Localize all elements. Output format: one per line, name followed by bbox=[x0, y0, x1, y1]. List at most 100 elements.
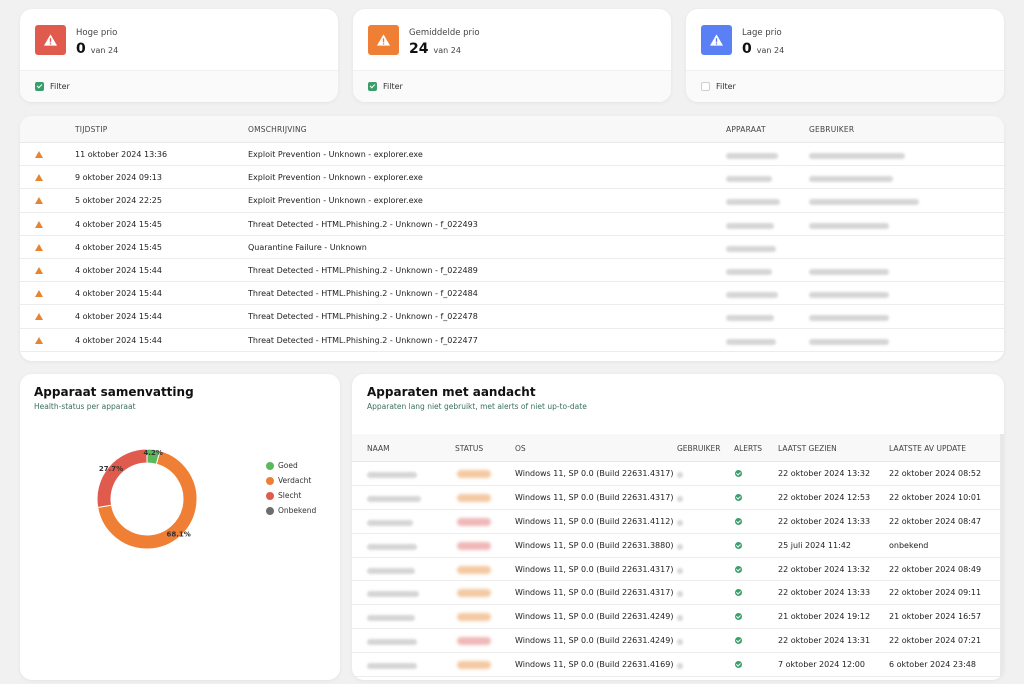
device-last-av-update: 21 oktober 2024 16:57 bbox=[889, 612, 982, 622]
col-alerts[interactable]: ALERTS bbox=[734, 444, 762, 453]
alert-description: Exploit Prevention - Unknown - explorer.… bbox=[248, 150, 423, 159]
filter-checkbox[interactable] bbox=[368, 82, 377, 91]
col-user[interactable]: GEBRUIKER bbox=[677, 444, 720, 453]
device-last-av-update: 22 oktober 2024 10:01 bbox=[889, 492, 982, 502]
device-os: Windows 11, SP 0.0 (Build 22631.4317) bbox=[515, 492, 674, 502]
device-user-redacted bbox=[677, 614, 683, 623]
device-last-seen: 22 oktober 2024 13:32 bbox=[778, 564, 871, 574]
device-last-seen: 7 oktober 2024 12:00 bbox=[778, 660, 865, 670]
alert-timestamp: 4 oktober 2024 15:44 bbox=[75, 289, 162, 299]
legend-item-verdacht[interactable]: Verdacht bbox=[266, 473, 316, 488]
col-os[interactable]: OS bbox=[515, 444, 526, 453]
warning-icon bbox=[35, 220, 43, 228]
warning-icon bbox=[35, 243, 43, 251]
check-icon bbox=[735, 493, 742, 501]
filter-label[interactable]: Filter bbox=[383, 82, 403, 91]
col-timestamp[interactable]: TIJDSTIP bbox=[75, 125, 107, 134]
alert-user-redacted bbox=[809, 198, 919, 207]
legend-item-slecht[interactable]: Slecht bbox=[266, 488, 316, 503]
table-row[interactable]: 9 oktober 2024 09:13 Exploit Prevention -… bbox=[20, 166, 1004, 190]
table-row[interactable]: Windows 11, SP 0.0 (Build 22631.4169) 7 o… bbox=[352, 653, 1004, 678]
device-last-seen: 22 oktober 2024 13:32 bbox=[778, 469, 871, 478]
device-name-redacted bbox=[367, 567, 415, 576]
alert-user-redacted bbox=[809, 291, 889, 300]
device-last-av-update: 22 oktober 2024 09:11 bbox=[889, 588, 982, 598]
device-os: Windows 11, SP 0.0 (Build 22631.4249) bbox=[515, 612, 674, 622]
col-description[interactable]: OMSCHRIJVING bbox=[248, 125, 307, 134]
table-row[interactable]: 4 oktober 2024 15:44 Threat Detected - HT… bbox=[20, 282, 1004, 306]
table-row[interactable]: 5 oktober 2024 22:25 Exploit Prevention -… bbox=[20, 189, 1004, 213]
legend-item-onbekend[interactable]: Onbekend bbox=[266, 503, 316, 518]
device-os: Windows 11, SP 0.0 (Build 22631.4317) bbox=[515, 564, 674, 574]
col-name[interactable]: NAAM bbox=[367, 444, 390, 453]
col-device[interactable]: APPARAAT bbox=[726, 125, 766, 134]
check-icon bbox=[735, 517, 742, 525]
device-os: Windows 11, SP 0.0 (Build 22631.3880) bbox=[515, 540, 674, 550]
alert-timestamp: 11 oktober 2024 13:36 bbox=[75, 150, 168, 159]
filter-checkbox[interactable] bbox=[701, 82, 710, 91]
filter-checkbox[interactable] bbox=[35, 82, 44, 91]
device-last-av-update: 22 oktober 2024 08:52 bbox=[889, 469, 982, 478]
warning-icon bbox=[35, 197, 43, 205]
card-label: Hoge prio bbox=[76, 28, 118, 38]
legend-item-goed[interactable]: Goed bbox=[266, 458, 316, 473]
filter-label[interactable]: Filter bbox=[716, 82, 736, 91]
device-last-av-update: 22 oktober 2024 08:47 bbox=[889, 516, 982, 526]
alert-user-redacted bbox=[809, 222, 889, 231]
check-icon bbox=[735, 613, 742, 621]
alert-timestamp: 4 oktober 2024 15:44 bbox=[75, 335, 162, 345]
alert-timestamp: 9 oktober 2024 09:13 bbox=[75, 173, 162, 183]
alert-description: Exploit Prevention - Unknown - explorer.… bbox=[248, 173, 423, 183]
device-user-redacted bbox=[677, 590, 683, 599]
alert-device-redacted bbox=[726, 314, 774, 323]
table-header: NAAM STATUS OS GEBRUIKER ALERTS LAATST G… bbox=[352, 434, 1004, 462]
table-row[interactable]: Windows 11, SP 0.0 (Build 22631.4317) 22 … bbox=[352, 581, 1004, 606]
table-row[interactable]: Windows 11, SP 0.0 (Build 22631.4317) 22 … bbox=[352, 558, 1004, 582]
alert-user-redacted bbox=[809, 152, 905, 161]
device-os: Windows 11, SP 0.0 (Build 22631.4317) bbox=[515, 469, 674, 478]
device-user-redacted bbox=[677, 567, 683, 576]
table-row[interactable]: Windows 11, SP 0.0 (Build 22631.4249) 21 … bbox=[352, 605, 1004, 630]
table-row[interactable]: Windows 11, SP 0.0 (Build 22631.4317) 22 … bbox=[352, 486, 1004, 510]
filter-label[interactable]: Filter bbox=[50, 82, 70, 91]
warning-icon bbox=[35, 25, 66, 55]
table-row[interactable]: Windows 11, SP 0.0 (Build 22631.3880) 25 … bbox=[352, 534, 1004, 558]
alert-description: Threat Detected - HTML.Phishing.2 - Unkn… bbox=[248, 289, 478, 299]
device-user-redacted bbox=[677, 519, 683, 528]
table-row[interactable]: 4 oktober 2024 15:44 Threat Detected - HT… bbox=[20, 329, 1004, 352]
col-last-seen[interactable]: LAATST GEZIEN bbox=[778, 444, 837, 453]
device-user-redacted bbox=[677, 495, 683, 504]
table-row[interactable]: 4 oktober 2024 15:45 Quarantine Failure -… bbox=[20, 236, 1004, 259]
warning-icon bbox=[35, 174, 43, 182]
table-row[interactable]: Windows 11, SP 0.0 (Build 22631.4112) 22 … bbox=[352, 510, 1004, 534]
alert-device-redacted bbox=[726, 338, 776, 347]
col-status[interactable]: STATUS bbox=[455, 444, 483, 453]
table-header: TIJDSTIP OMSCHRIJVING APPARAAT GEBRUIKER bbox=[20, 116, 1004, 143]
alert-timestamp: 4 oktober 2024 15:44 bbox=[75, 312, 162, 322]
alert-device-redacted bbox=[726, 291, 778, 300]
table-row[interactable]: 4 oktober 2024 15:45 Threat Detected - HT… bbox=[20, 213, 1004, 236]
col-user[interactable]: GEBRUIKER bbox=[809, 125, 854, 134]
health-donut-chart: 4.2% 68.1% 27.7% bbox=[96, 448, 198, 550]
device-user-redacted bbox=[677, 543, 683, 552]
donut-slice-slecht[interactable] bbox=[96, 448, 148, 509]
table-row[interactable]: 4 oktober 2024 15:44 Threat Detected - HT… bbox=[20, 305, 1004, 329]
device-os: Windows 11, SP 0.0 (Build 22631.4249) bbox=[515, 636, 674, 646]
warning-icon bbox=[35, 151, 43, 158]
warning-icon bbox=[35, 290, 43, 298]
table-row[interactable]: Windows 11, SP 0.0 (Build 22631.4249) 22 … bbox=[352, 629, 1004, 654]
card-label: Lage prio bbox=[742, 28, 782, 38]
device-last-seen: 21 oktober 2024 19:12 bbox=[778, 612, 871, 622]
device-last-seen: 22 oktober 2024 13:33 bbox=[778, 516, 871, 526]
warning-icon bbox=[701, 25, 732, 55]
device-name-redacted bbox=[367, 662, 417, 671]
device-last-seen: 22 oktober 2024 12:53 bbox=[778, 492, 871, 502]
table-row[interactable]: 11 oktober 2024 13:36 Exploit Prevention … bbox=[20, 143, 1004, 167]
table-row[interactable]: Windows 11, SP 0.0 (Build 22631.4317) 22 … bbox=[352, 462, 1004, 486]
col-last-av-update[interactable]: LAATSTE AV UPDATE bbox=[889, 444, 966, 453]
donut-label-goed: 4.2% bbox=[143, 449, 162, 457]
alert-description: Threat Detected - HTML.Phishing.2 - Unkn… bbox=[248, 312, 478, 322]
check-icon bbox=[735, 637, 742, 645]
status-badge bbox=[457, 470, 491, 480]
table-row[interactable]: 4 oktober 2024 15:44 Threat Detected - HT… bbox=[20, 259, 1004, 283]
